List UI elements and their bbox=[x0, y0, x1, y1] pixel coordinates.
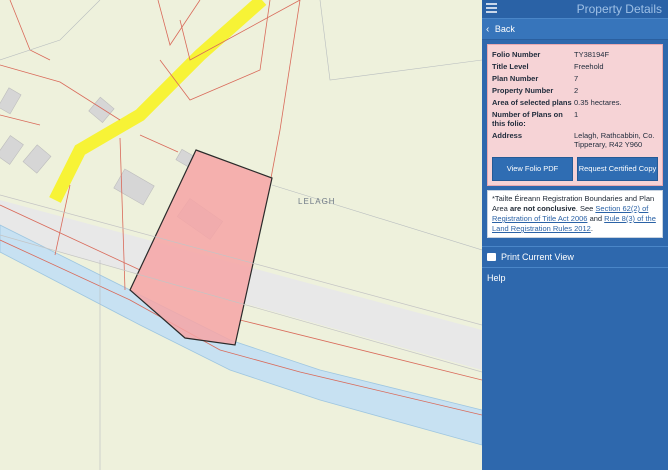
note-bold: are not conclusive bbox=[509, 204, 576, 213]
title-level-key: Title Level bbox=[492, 62, 529, 71]
table-row: Title Level Freehold bbox=[492, 61, 658, 73]
disclaimer-note: *Tailte Éireann Registration Boundaries … bbox=[487, 190, 663, 238]
table-row: Property Number 2 bbox=[492, 85, 658, 97]
title-level-value: Freehold bbox=[574, 62, 604, 71]
table-row: Folio Number TY38194F bbox=[492, 49, 658, 61]
plans-count-key: Number of Plans on this folio: bbox=[492, 110, 563, 128]
plans-count-value: 1 bbox=[574, 110, 579, 119]
note-text: . See bbox=[575, 204, 596, 213]
help-label: Help bbox=[487, 273, 506, 283]
panel-title: Property Details bbox=[576, 2, 662, 16]
note-text: and bbox=[587, 214, 605, 223]
property-details-panel: Property Details ‹ Back Folio Number TY38… bbox=[482, 0, 668, 470]
plan-number-value: 7 bbox=[574, 74, 579, 83]
address-value: Lelagh, Rathcabbin, Co. Tipperary, R42 Y… bbox=[574, 131, 655, 149]
area-value: 0.35 hectares. bbox=[574, 98, 622, 107]
address-key: Address bbox=[492, 131, 523, 140]
area-key: Area of selected plans bbox=[492, 98, 572, 107]
folio-number-key: Folio Number bbox=[492, 50, 541, 59]
help-button[interactable]: Help bbox=[482, 267, 668, 288]
action-buttons: View Folio PDF Request Certified Copy bbox=[492, 157, 658, 181]
back-label: Back bbox=[494, 24, 515, 34]
folio-number-value: TY38194F bbox=[574, 50, 610, 59]
townland-label: LELAGH bbox=[298, 197, 336, 206]
table-row: Number of Plans on this folio: 1 bbox=[492, 109, 658, 130]
note-text: . bbox=[590, 224, 593, 233]
property-info-box: Folio Number TY38194F Title Level Freehold… bbox=[487, 44, 663, 186]
table-row: Area of selected plans 0.35 hectares. bbox=[492, 97, 658, 109]
print-current-view-button[interactable]: Print Current View bbox=[482, 246, 668, 267]
back-button[interactable]: ‹ Back bbox=[482, 18, 668, 40]
panel-header: Property Details bbox=[482, 0, 668, 18]
hamburger-icon[interactable] bbox=[486, 3, 497, 14]
request-certified-copy-button[interactable]: Request Certified Copy bbox=[577, 157, 658, 181]
plan-number-key: Plan Number bbox=[492, 74, 539, 83]
chevron-left-icon: ‹ bbox=[486, 24, 490, 35]
view-folio-pdf-button[interactable]: View Folio PDF bbox=[492, 157, 573, 181]
map-canvas[interactable] bbox=[0, 0, 482, 470]
print-label: Print Current View bbox=[501, 252, 574, 262]
property-info-table: Folio Number TY38194F Title Level Freehold… bbox=[492, 49, 658, 151]
map-view[interactable]: LELAGH bbox=[0, 0, 482, 470]
table-row: Address Lelagh, Rathcabbin, Co. Tipperary… bbox=[492, 130, 658, 151]
property-number-key: Property Number bbox=[492, 86, 554, 95]
property-number-value: 2 bbox=[574, 86, 579, 95]
table-row: Plan Number 7 bbox=[492, 73, 658, 85]
print-icon bbox=[487, 253, 496, 261]
